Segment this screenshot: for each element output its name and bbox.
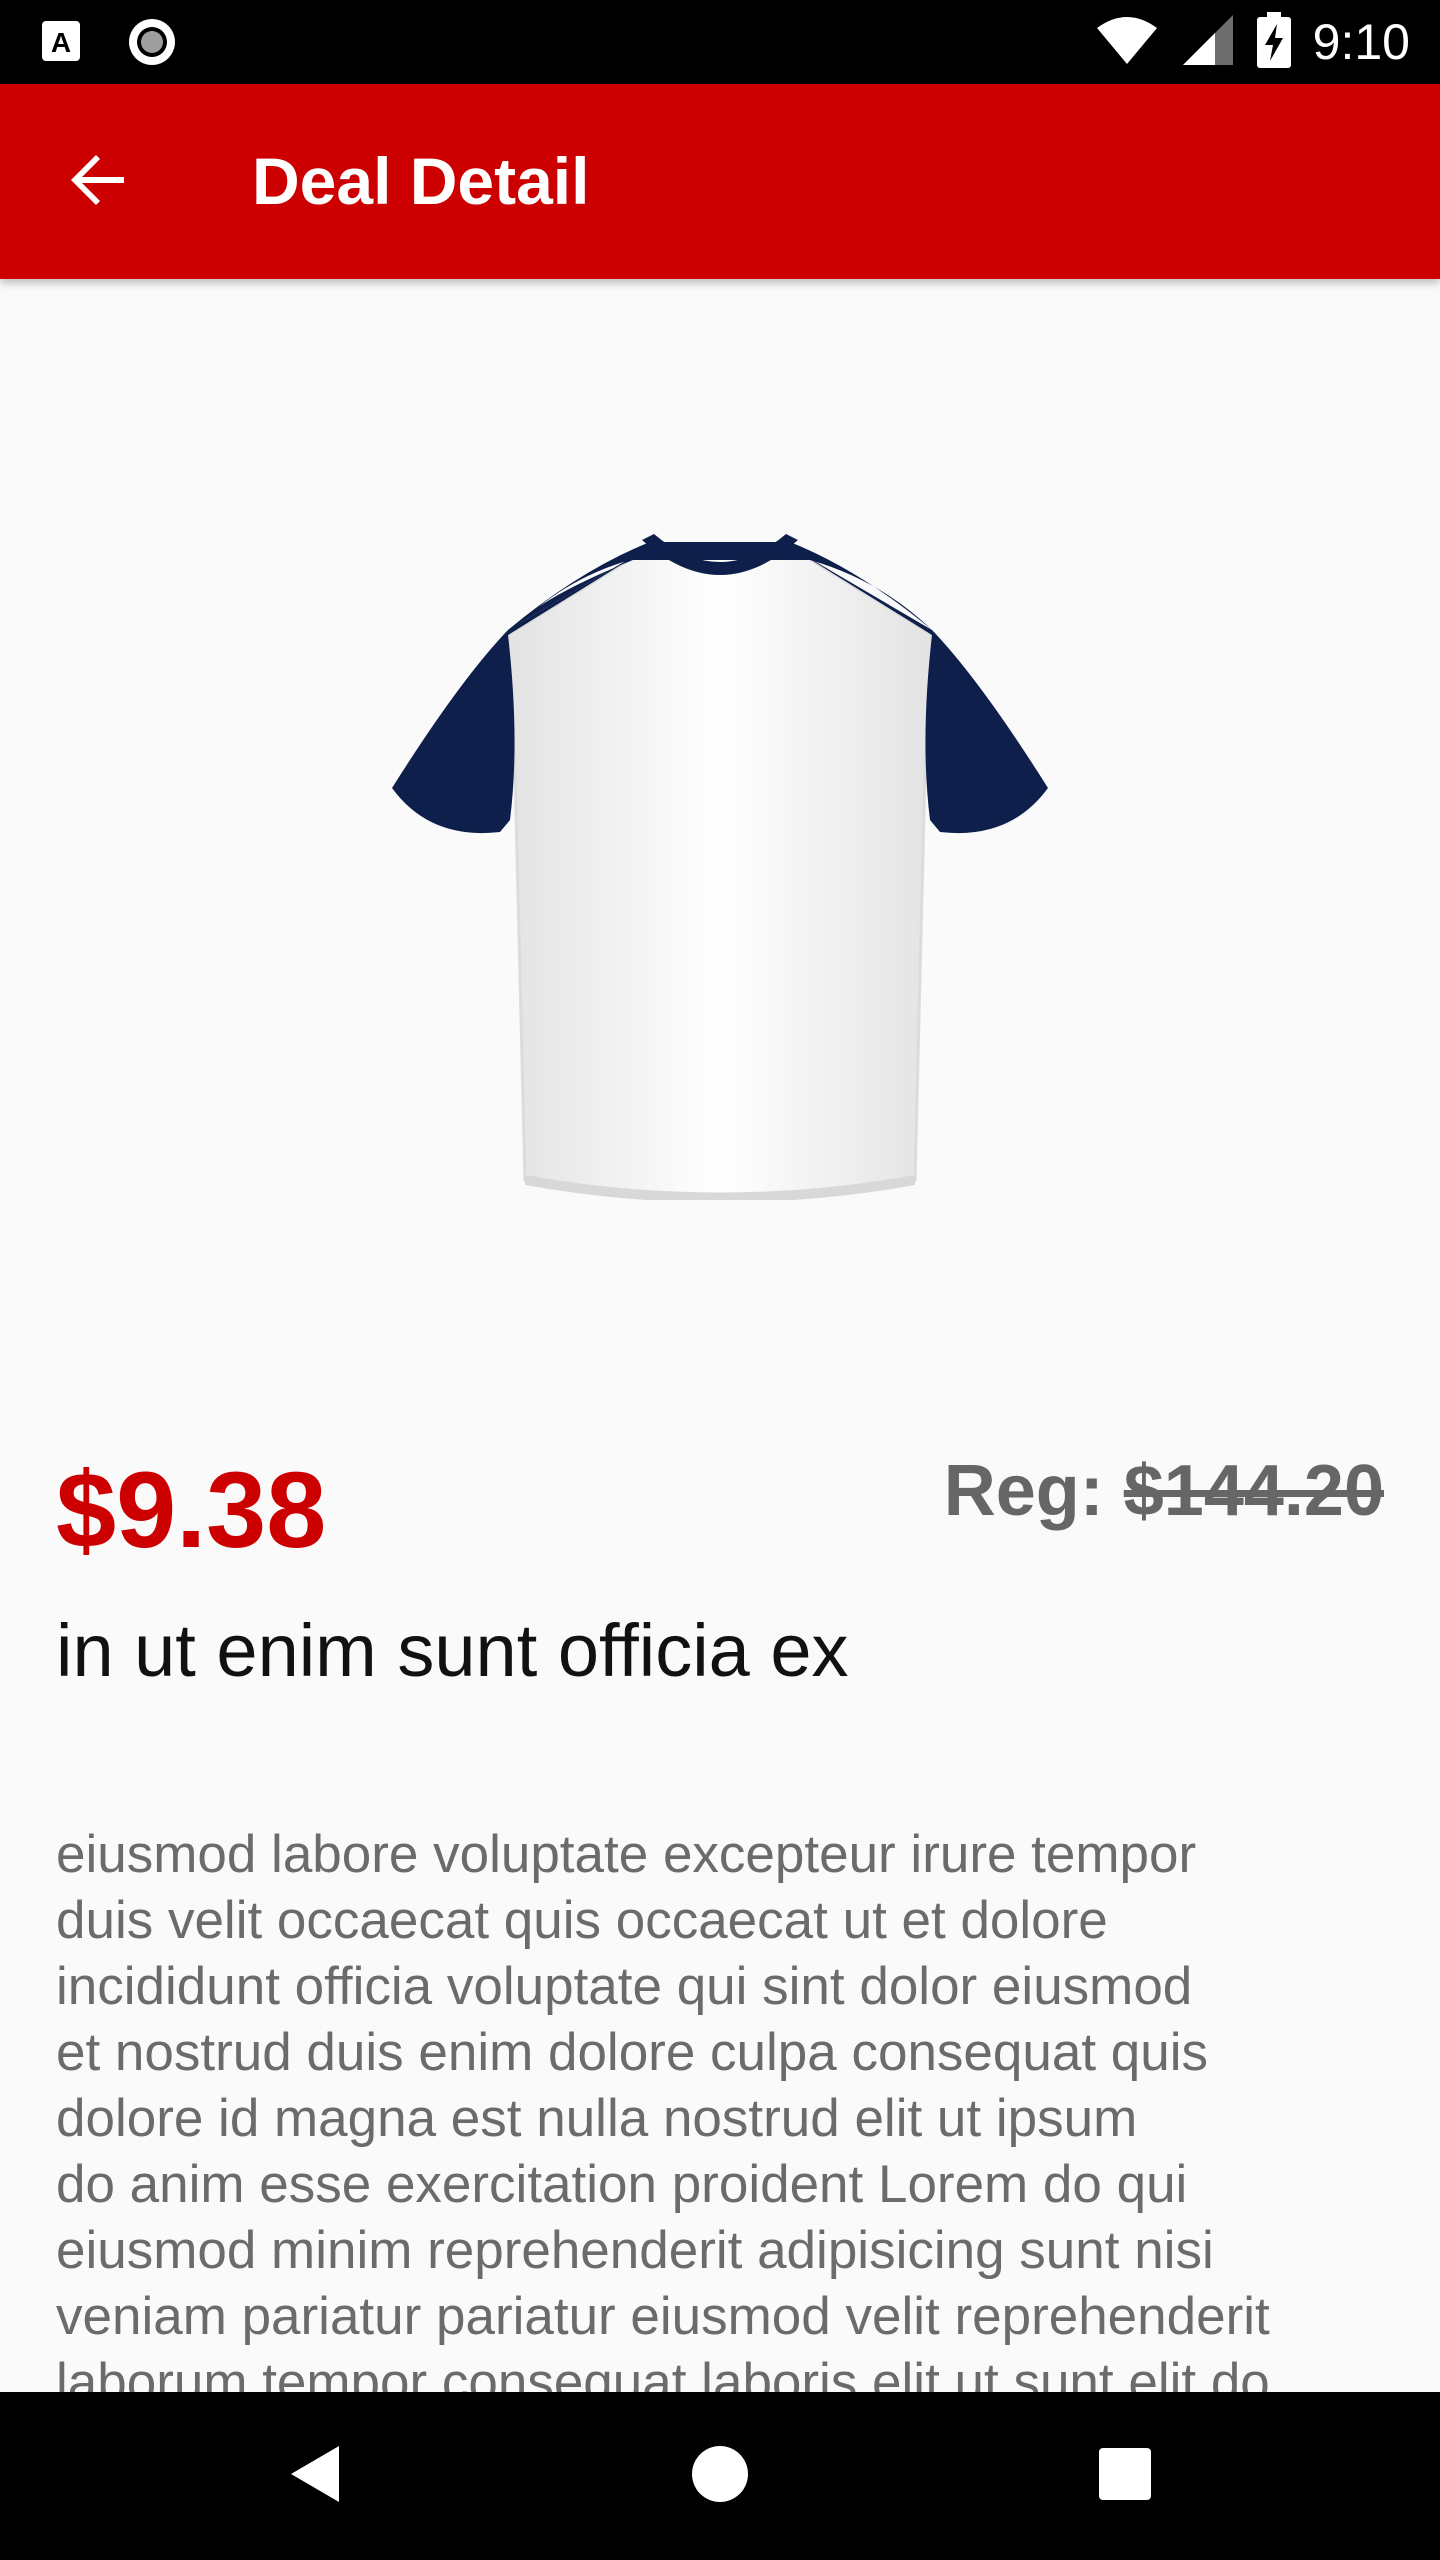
page-title: Deal Detail	[252, 144, 590, 218]
description-line: et nostrud duis enim dolore culpa conseq…	[56, 2023, 1208, 2082]
cell-signal-icon	[1181, 13, 1235, 72]
description-line: do anim esse exercitation proident Lorem…	[56, 2155, 1188, 2214]
nav-back-icon	[285, 2442, 345, 2511]
battery-charging-icon	[1256, 11, 1291, 73]
nav-home-icon	[690, 2444, 750, 2509]
back-button[interactable]	[48, 132, 148, 232]
status-time: 9:10	[1312, 14, 1410, 70]
a-notification-icon: A	[40, 19, 86, 70]
product-image	[380, 520, 1060, 1203]
reg-price-label: Reg:	[943, 1451, 1124, 1531]
deal-title: in ut enim sunt officia ex	[56, 1609, 849, 1692]
description-line: dolore id magna est nulla nostrud elit u…	[56, 2089, 1138, 2148]
description-line: eiusmod minim reprehenderit adipisicing …	[56, 2221, 1214, 2280]
app-bar: Deal Detail	[0, 84, 1440, 279]
t-shirt-image	[392, 534, 1048, 1203]
deal-price: $9.38	[56, 1449, 327, 1570]
nav-back-button[interactable]	[265, 2426, 365, 2526]
deal-detail-screen: A 9:10 Deal Detail $9.38 Reg: $144.20 in…	[0, 0, 1440, 2560]
description-line: incididunt officia voluptate qui sint do…	[56, 1957, 1193, 2016]
reg-price-value: $144.20	[1123, 1451, 1384, 1531]
wifi-icon	[1095, 14, 1159, 71]
circle-notification-icon	[126, 16, 178, 73]
nav-recents-button[interactable]	[1075, 2426, 1175, 2526]
nav-home-button[interactable]	[670, 2426, 770, 2526]
deal-description: eiusmod labore voluptate excepteur irure…	[56, 1822, 1396, 2416]
back-arrow-icon	[66, 148, 130, 217]
description-line: duis velit occaecat quis occaecat ut et …	[56, 1891, 1108, 1950]
system-nav-bar	[0, 2392, 1440, 2560]
nav-recents-icon	[1097, 2446, 1153, 2507]
description-line: eiusmod labore voluptate excepteur irure…	[56, 1825, 1197, 1884]
svg-text:A: A	[51, 27, 71, 58]
status-bar: A 9:10	[0, 0, 1440, 84]
description-line: veniam pariatur pariatur eiusmod velit r…	[56, 2287, 1270, 2346]
regular-price: Reg: $144.20	[944, 1448, 1384, 1534]
